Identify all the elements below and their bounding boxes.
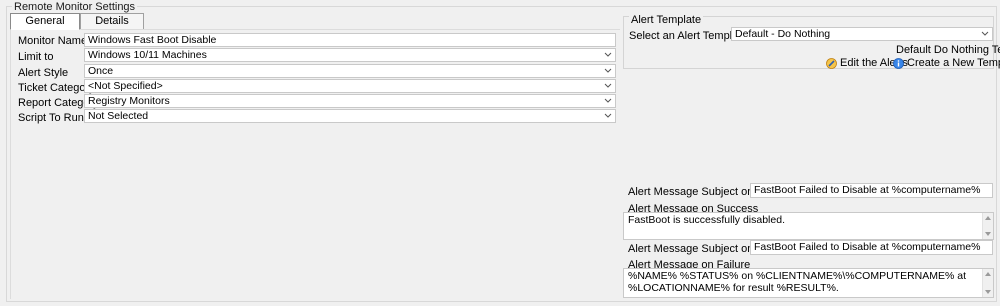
alert-template-description: Default Do Nothing Template [896,44,1000,56]
info-icon [893,57,904,69]
tab-details[interactable]: Details [80,13,144,30]
scroll-up-icon[interactable] [985,216,991,220]
script-to-run-value: Not Selected [88,110,149,122]
limit-to-label: Limit to [18,51,54,63]
report-category-value: Registry Monitors [88,95,170,107]
failure-message-textarea[interactable]: %NAME% %STATUS% on %CLIENTNAME%\%COMPUTE… [623,268,994,298]
success-message-text: FastBoot is successfully disabled. [628,214,785,226]
alert-style-label: Alert Style [18,67,69,79]
monitor-name-label: Monitor Name [18,35,88,47]
limit-to-value: Windows 10/11 Machines [88,49,207,61]
scroll-up-icon[interactable] [985,272,991,276]
success-message-textarea[interactable]: FastBoot is successfully disabled. [623,212,994,240]
script-to-run-select[interactable]: Not Selected [84,109,616,123]
failure-message-text: %NAME% %STATUS% on %CLIENTNAME%\%COMPUTE… [628,270,967,294]
chevron-down-icon [604,52,612,57]
create-template-link[interactable]: Create a New Template [893,57,1000,69]
success-subject-input[interactable]: FastBoot Failed to Disable at %computern… [750,183,993,198]
tab-general[interactable]: General [10,13,80,30]
vertical-scrollbar[interactable] [982,269,993,297]
scroll-down-icon[interactable] [985,232,991,236]
alert-style-value: Once [88,65,114,77]
chevron-down-icon [604,113,612,118]
alert-template-select[interactable]: Default - Do Nothing [731,27,993,41]
limit-to-select[interactable]: Windows 10/11 Machines [84,48,616,62]
script-to-run-label: Script To Run [18,112,84,124]
ticket-category-select[interactable]: <Not Specified> [84,79,616,93]
monitor-name-input[interactable]: Windows Fast Boot Disable [84,33,616,47]
create-template-label: Create a New Template [907,57,1000,69]
ticket-category-value: <Not Specified> [88,80,163,92]
chevron-down-icon [981,31,989,36]
chevron-down-icon [604,68,612,73]
alert-template-value: Default - Do Nothing [735,28,831,40]
report-category-select[interactable]: Registry Monitors [84,94,616,108]
chevron-down-icon [604,98,612,103]
alert-template-title: Alert Template [629,14,704,26]
scroll-down-icon[interactable] [985,290,991,294]
edit-alerts-icon [826,57,837,69]
chevron-down-icon [604,83,612,88]
failure-subject-input[interactable]: FastBoot Failed to Disable at %computern… [750,240,993,255]
vertical-scrollbar[interactable] [982,213,993,239]
alert-template-select-label: Select an Alert Template [629,30,748,42]
alert-style-select[interactable]: Once [84,64,616,78]
group-title: Remote Monitor Settings [12,1,138,13]
